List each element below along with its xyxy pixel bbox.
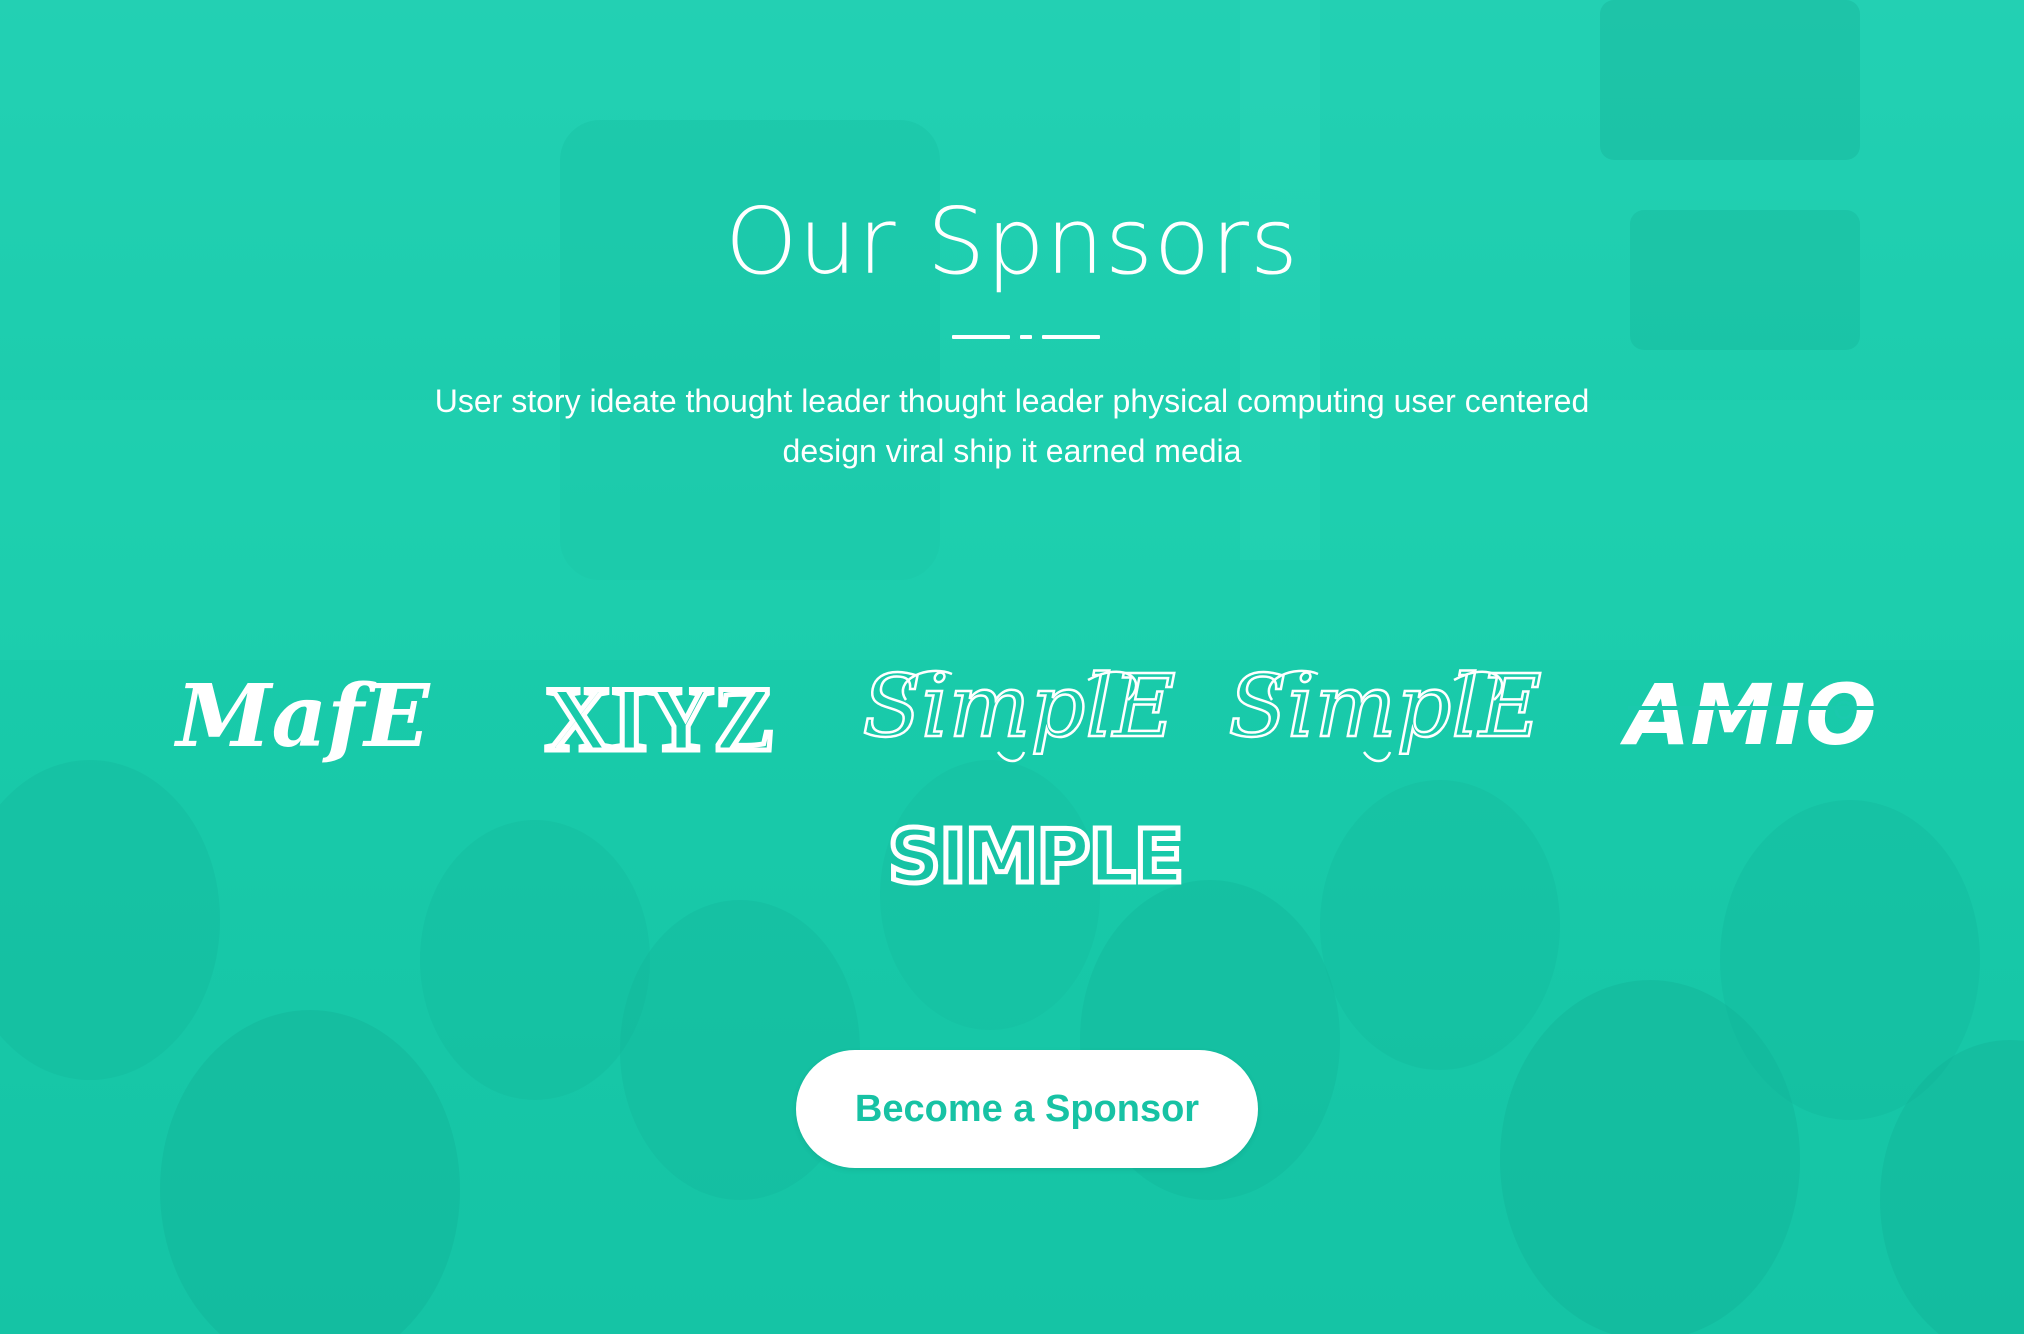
script-logo-icon: SimplE <box>1227 656 1543 763</box>
sponsor-name: XIYZ <box>545 668 775 770</box>
sponsor-name: SIMPLE <box>888 814 1182 900</box>
stencil-logo-icon: AMIO <box>1619 666 1876 764</box>
sponsor-logo-xiyz[interactable]: XIYZ <box>538 666 782 773</box>
sponsor-logo-mafe[interactable]: MafE <box>172 666 434 767</box>
sponsor-name: MafE <box>173 666 431 767</box>
sponsor-name: SimplE <box>862 657 1175 757</box>
sponsor-logo-amio[interactable]: AMIO <box>1619 666 1882 764</box>
become-sponsor-button[interactable]: Become a Sponsor <box>796 1050 1258 1168</box>
sponsor-logo-simple-script-1[interactable]: SimplE <box>861 656 1177 768</box>
sponsor-logo-simple-script-2[interactable]: SimplE <box>1227 656 1543 768</box>
script-logo-icon: SimplE <box>861 656 1177 763</box>
sponsor-logo-simple-geometric[interactable]: SIMPLE <box>885 812 1186 903</box>
sponsor-name: SimplE <box>1228 657 1541 757</box>
outline-serif-logo-icon: XIYZ <box>542 666 777 773</box>
geometric-logo-icon: SIMPLE <box>885 812 1186 903</box>
blackletter-logo-icon: MafE <box>173 666 431 767</box>
sponsors-section: Our Spnsors User story ideate thought le… <box>0 0 2024 1334</box>
